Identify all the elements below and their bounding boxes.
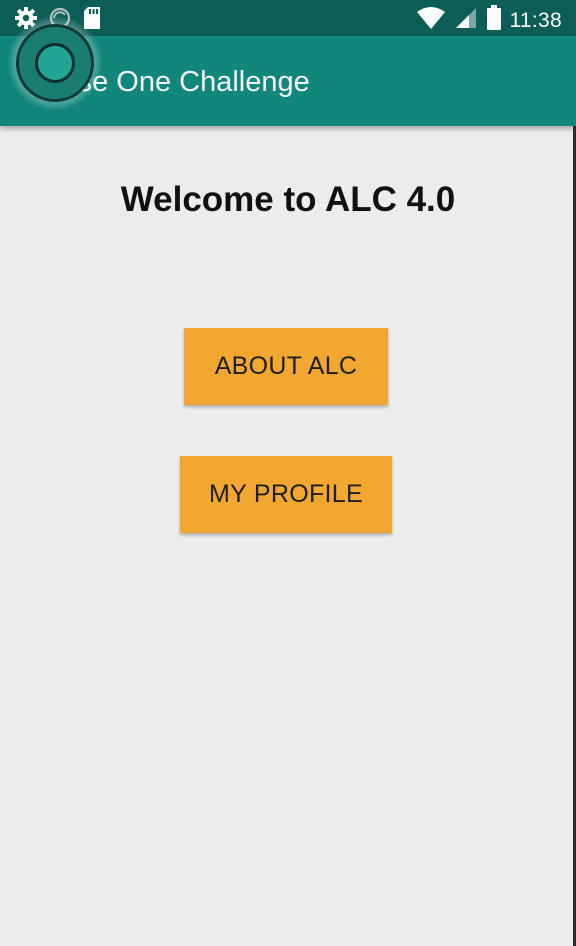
- overlay-ring: [16, 24, 94, 102]
- battery-icon: [486, 5, 502, 36]
- my-profile-button[interactable]: MY PROFILE: [180, 456, 392, 533]
- floating-overlay-bubble[interactable]: [8, 16, 102, 110]
- overlay-core-icon: [35, 43, 75, 83]
- status-time: 11:38: [509, 8, 562, 32]
- about-alc-button[interactable]: ABOUT ALC: [184, 328, 388, 405]
- welcome-heading: Welcome to ALC 4.0: [120, 180, 456, 219]
- cell-signal-icon: [454, 6, 478, 35]
- status-right-icons: 11:38: [416, 5, 563, 36]
- wifi-icon: [416, 6, 446, 35]
